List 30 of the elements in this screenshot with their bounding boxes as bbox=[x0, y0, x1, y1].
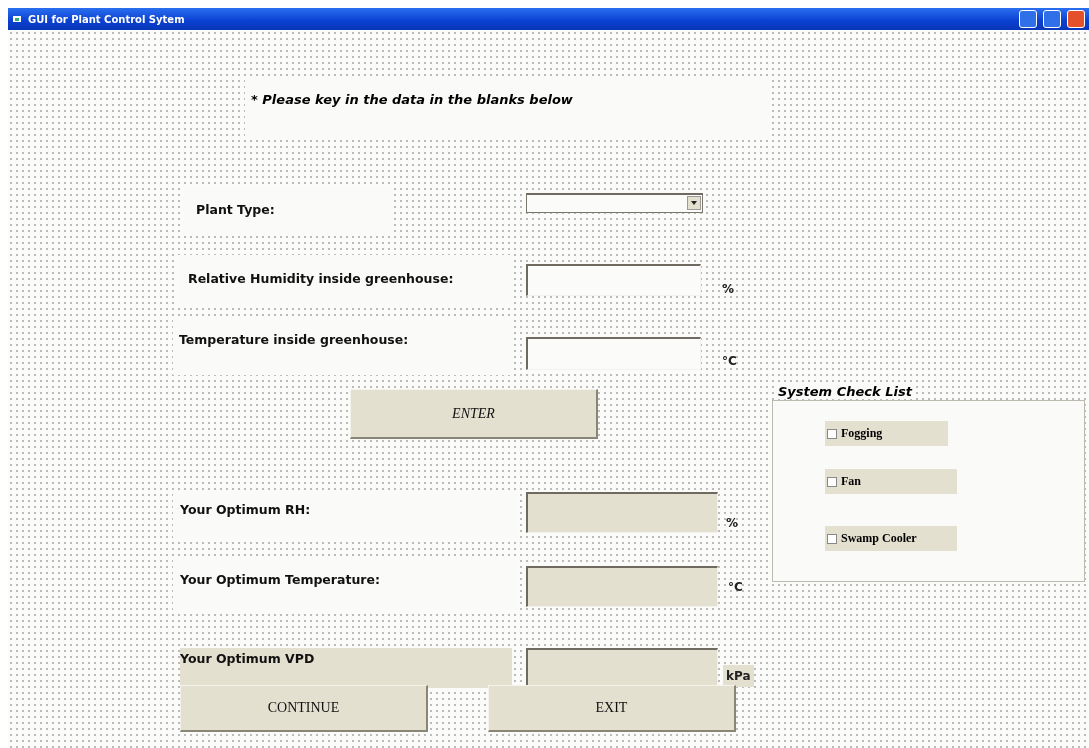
output-label: Your Optimum VPD bbox=[180, 648, 512, 688]
enter-button[interactable]: ENTER bbox=[350, 389, 598, 439]
window-title: GUI for Plant Control Sytem bbox=[28, 13, 186, 25]
input-field[interactable] bbox=[526, 264, 701, 296]
instruction-text: * Please key in the data in the blanks below bbox=[245, 78, 770, 138]
plant-type-dropdown[interactable] bbox=[526, 193, 703, 213]
group-title: System Check List bbox=[776, 384, 914, 399]
field-label: Plant Type: bbox=[183, 188, 393, 235]
unit-label: °C bbox=[721, 353, 738, 370]
field-label: Temperature inside greenhouse: bbox=[173, 320, 513, 375]
checkbox[interactable] bbox=[827, 533, 837, 544]
minimize-button[interactable] bbox=[1019, 10, 1037, 28]
continue-button[interactable]: CONTINUE bbox=[180, 685, 428, 732]
exit-button[interactable]: EXIT bbox=[488, 685, 736, 732]
app-icon bbox=[12, 15, 22, 23]
checkbox[interactable] bbox=[827, 476, 837, 487]
output-label: Your Optimum Temperature: bbox=[173, 560, 518, 610]
maximize-button[interactable] bbox=[1043, 10, 1061, 28]
input-field[interactable] bbox=[526, 337, 701, 370]
close-button[interactable] bbox=[1067, 10, 1085, 28]
caret-icon[interactable] bbox=[691, 201, 697, 205]
checkbox-option[interactable]: Fogging bbox=[825, 421, 948, 446]
unit-label: kPa bbox=[723, 665, 754, 687]
checkbox[interactable] bbox=[827, 428, 837, 439]
checkbox-option[interactable]: Fan bbox=[825, 469, 957, 494]
unit-label: % bbox=[725, 515, 740, 532]
checkbox-option[interactable]: Swamp Cooler bbox=[825, 526, 957, 551]
unit-label: °C bbox=[727, 579, 744, 596]
unit-label: % bbox=[721, 281, 736, 298]
field-label: Relative Humidity inside greenhouse: bbox=[178, 255, 513, 305]
